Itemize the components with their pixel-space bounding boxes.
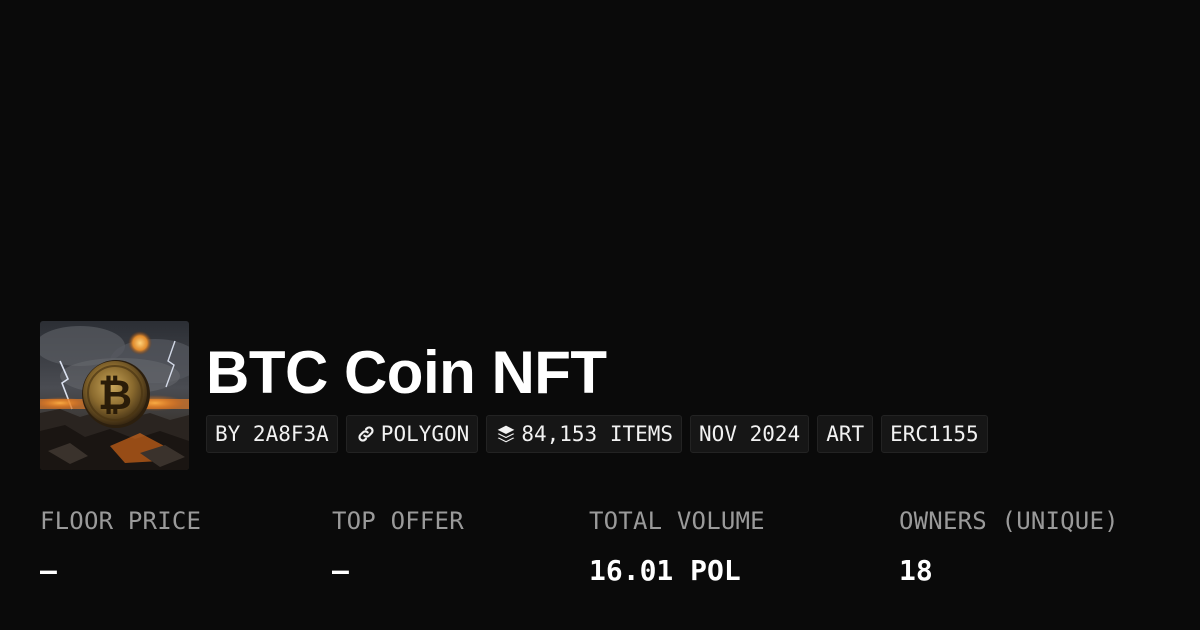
stat-floor-price: FLOOR PRICE — — [40, 504, 201, 590]
collection-card: ₿ BTC Coin NFT BY 2A8F3A POLYGON 84,153 … — [0, 0, 1200, 630]
collection-title: BTC Coin NFT — [206, 339, 607, 406]
stat-value: — — [332, 554, 349, 587]
collection-stats: FLOOR PRICE — TOP OFFER — TOTAL VOLUME 1… — [40, 504, 1180, 604]
stat-value: 16.01 POL — [589, 554, 741, 587]
chip-label: ART — [826, 421, 865, 446]
stat-value: — — [40, 554, 57, 587]
created-date-chip: NOV 2024 — [690, 415, 810, 453]
stat-total-volume: TOTAL VOLUME 16.01 POL — [589, 504, 765, 590]
stat-top-offer: TOP OFFER — — [332, 504, 464, 590]
collection-header: BTC Coin NFT BY 2A8F3A POLYGON 84,153 IT… — [206, 338, 1166, 458]
chip-label: BY 2A8F3A — [215, 421, 329, 446]
chip-label: NOV 2024 — [699, 421, 801, 446]
creator-chip[interactable]: BY 2A8F3A — [206, 415, 338, 453]
category-chip[interactable]: ART — [817, 415, 874, 453]
link-icon — [355, 423, 377, 445]
stat-label: FLOOR PRICE — [40, 507, 202, 535]
svg-text:₿: ₿ — [98, 370, 132, 419]
chip-label: ERC1155 — [890, 421, 979, 446]
stat-label: TOP OFFER — [332, 507, 464, 535]
chip-label: 84,153 ITEMS — [521, 421, 674, 446]
stat-label: TOTAL VOLUME — [589, 507, 765, 535]
chain-chip[interactable]: POLYGON — [345, 415, 479, 453]
token-standard-chip: ERC1155 — [881, 415, 988, 453]
chip-label: POLYGON — [380, 421, 470, 446]
stat-label: OWNERS (UNIQUE) — [899, 507, 1119, 535]
stat-value: 18 — [899, 554, 933, 587]
items-count-chip[interactable]: 84,153 ITEMS — [486, 415, 683, 453]
collection-meta-chips: BY 2A8F3A POLYGON 84,153 ITEMS NOV 2024 … — [206, 415, 988, 453]
collection-avatar-image: ₿ — [40, 321, 189, 470]
layers-icon — [495, 423, 517, 445]
stat-owners-unique: OWNERS (UNIQUE) 18 — [899, 504, 1119, 590]
